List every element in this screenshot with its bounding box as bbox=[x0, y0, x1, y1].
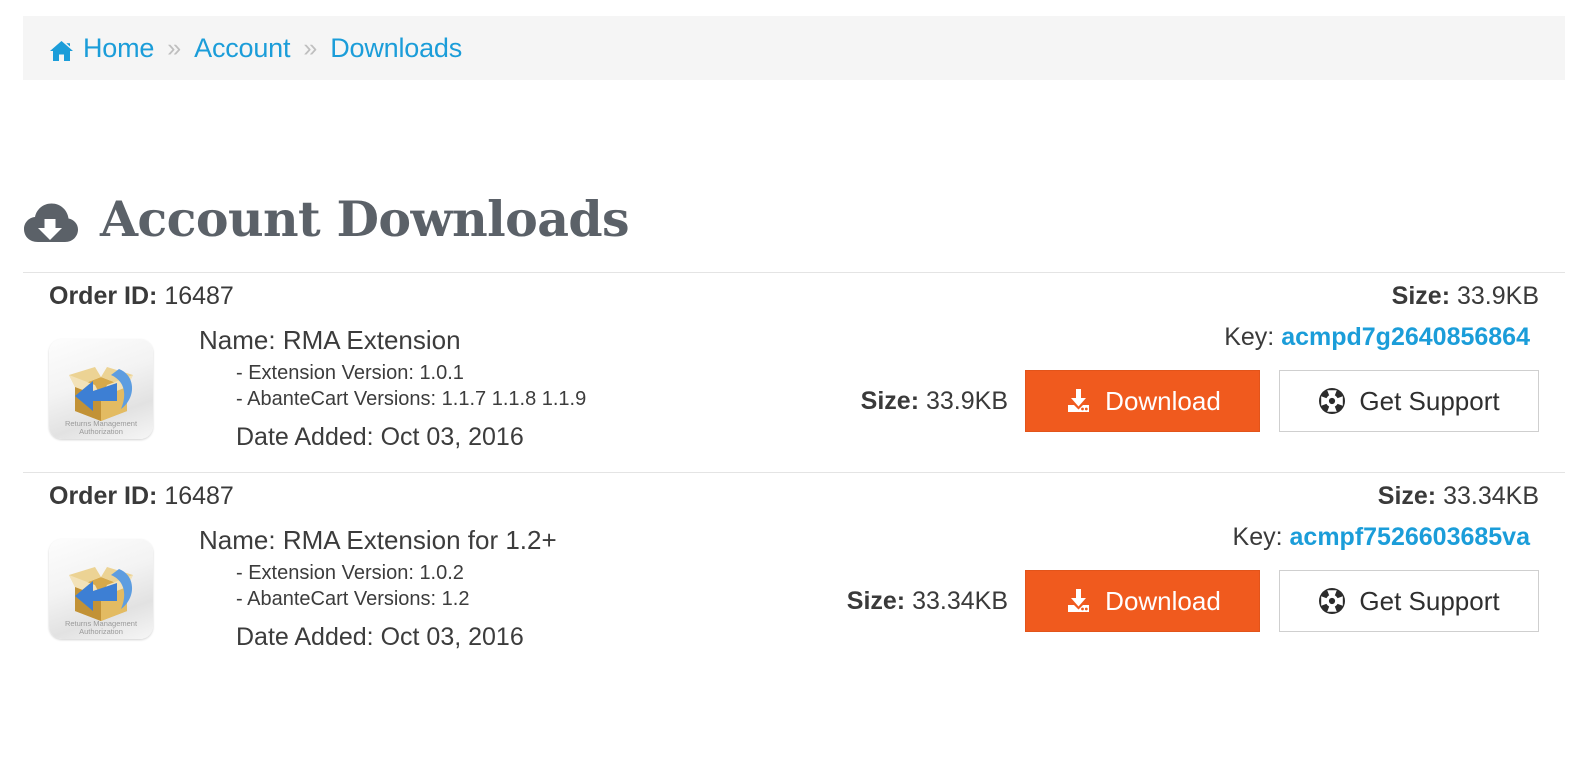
date-added-line: Date Added: Oct 03, 2016 bbox=[236, 425, 949, 450]
license-key-value[interactable]: acmpf7526603685va bbox=[1290, 523, 1530, 551]
get-support-button-label: Get Support bbox=[1359, 385, 1500, 416]
lifebuoy-icon bbox=[1318, 587, 1346, 615]
download-order-row: Order ID: 16487 Size: 33.9KB Returns Man… bbox=[23, 272, 1565, 450]
order-id-label: Order ID: bbox=[49, 482, 158, 510]
product-thumbnail-wrap: Returns Management Authorization bbox=[49, 519, 161, 639]
rma-extension-icon: Returns Management Authorization bbox=[49, 539, 153, 639]
extension-version-label: - Extension Version: bbox=[236, 362, 414, 384]
home-icon bbox=[49, 38, 74, 61]
downloads-list: Order ID: 16487 Size: 33.9KB Returns Man… bbox=[23, 272, 1565, 650]
page-title-text: Account Downloads bbox=[100, 189, 630, 248]
date-added-label: Date Added: bbox=[236, 423, 374, 451]
icon-caption-line-2: Authorization bbox=[79, 627, 123, 636]
abantecart-versions-value: 1.1.7 1.1.8 1.1.9 bbox=[441, 388, 587, 410]
product-thumbnail-wrap: Returns Management Authorization bbox=[49, 319, 161, 439]
license-key-label: Key: bbox=[1232, 523, 1283, 551]
abantecart-versions-line: - AbanteCart Versions: 1.2 bbox=[236, 589, 949, 609]
order-body: Returns Management Authorization Name: R… bbox=[23, 311, 1565, 450]
order-size-value: 33.9KB bbox=[1456, 282, 1539, 310]
product-name-label: Name: bbox=[199, 525, 276, 555]
order-actions: Key: acmpd7g2640856864 Size: 33.9KB Down… bbox=[861, 319, 1539, 432]
order-size-group: Size: 33.34KB bbox=[1378, 482, 1539, 511]
date-added-line: Date Added: Oct 03, 2016 bbox=[236, 625, 949, 650]
product-name-label: Name: bbox=[199, 325, 276, 355]
order-id-label: Order ID: bbox=[49, 282, 158, 310]
item-size-value: 33.34KB bbox=[912, 586, 1008, 615]
order-body: Returns Management Authorization Name: R… bbox=[23, 511, 1565, 650]
extension-version-line: - Extension Version: 1.0.2 bbox=[236, 563, 949, 583]
get-support-button[interactable]: Get Support bbox=[1279, 570, 1539, 632]
order-actions: Key: acmpf7526603685va Size: 33.34KB Dow… bbox=[847, 519, 1539, 632]
extension-version-line: - Extension Version: 1.0.1 bbox=[236, 363, 949, 383]
download-button-label: Download bbox=[1105, 385, 1221, 416]
date-added-value: Oct 03, 2016 bbox=[380, 423, 524, 451]
breadcrumb-item-account[interactable]: Account bbox=[194, 33, 290, 64]
license-key-line: Key: acmpd7g2640856864 bbox=[1224, 323, 1539, 352]
breadcrumb-separator: » bbox=[167, 33, 182, 62]
license-key-label: Key: bbox=[1224, 323, 1275, 351]
product-details: Name: RMA Extension - Extension Version:… bbox=[161, 319, 949, 450]
order-id-group: Order ID: 16487 bbox=[49, 482, 234, 511]
lifebuoy-icon bbox=[1318, 387, 1346, 415]
rma-extension-icon: Returns Management Authorization bbox=[49, 339, 153, 439]
item-size-value: 33.9KB bbox=[925, 386, 1008, 415]
download-button[interactable]: Download bbox=[1025, 570, 1260, 632]
license-key-line: Key: acmpf7526603685va bbox=[1233, 523, 1539, 552]
extension-version-label: - Extension Version: bbox=[236, 562, 414, 584]
get-support-button[interactable]: Get Support bbox=[1279, 370, 1539, 432]
download-order-row: Order ID: 16487 Size: 33.34KB Returns Ma… bbox=[23, 472, 1565, 650]
icon-caption-line-2: Authorization bbox=[79, 427, 123, 436]
item-size-group: Size: 33.34KB bbox=[847, 587, 1008, 616]
breadcrumb-item-home[interactable]: Home bbox=[49, 33, 154, 64]
license-key-value[interactable]: acmpd7g2640856864 bbox=[1281, 323, 1530, 351]
download-button[interactable]: Download bbox=[1025, 370, 1260, 432]
extension-version-value: 1.0.2 bbox=[419, 562, 464, 584]
action-button-row: Size: 33.9KB Download Get Support bbox=[861, 370, 1539, 432]
download-tray-icon bbox=[1064, 388, 1092, 414]
get-support-button-label: Get Support bbox=[1359, 585, 1500, 616]
order-id-value: 16487 bbox=[164, 482, 234, 510]
order-size-group: Size: 33.9KB bbox=[1392, 282, 1539, 311]
product-name-line: Name: RMA Extension bbox=[199, 327, 949, 353]
breadcrumb-separator: » bbox=[303, 33, 318, 62]
page-title: Account Downloads bbox=[23, 189, 630, 248]
order-size-value: 33.34KB bbox=[1443, 482, 1539, 510]
abantecart-versions-value: 1.2 bbox=[441, 588, 470, 610]
download-button-label: Download bbox=[1105, 585, 1221, 616]
product-name-value: RMA Extension for 1.2+ bbox=[282, 525, 557, 555]
item-size-label: Size: bbox=[846, 586, 906, 615]
breadcrumb: Home » Account » Downloads bbox=[23, 16, 1565, 80]
item-size-label: Size: bbox=[860, 386, 920, 415]
product-name-line: Name: RMA Extension for 1.2+ bbox=[199, 527, 949, 553]
extension-version-value: 1.0.1 bbox=[419, 362, 464, 384]
order-header: Order ID: 16487 Size: 33.34KB bbox=[23, 482, 1565, 511]
product-details: Name: RMA Extension for 1.2+ - Extension… bbox=[161, 519, 949, 650]
download-tray-icon bbox=[1064, 588, 1092, 614]
date-added-value: Oct 03, 2016 bbox=[380, 623, 524, 651]
abantecart-versions-label: - AbanteCart Versions: bbox=[236, 588, 437, 610]
date-added-label: Date Added: bbox=[236, 623, 374, 651]
cloud-download-icon bbox=[23, 200, 79, 244]
product-name-value: RMA Extension bbox=[282, 325, 461, 355]
breadcrumb-label-home: Home bbox=[83, 32, 155, 63]
order-size-label: Size: bbox=[1377, 482, 1437, 510]
abantecart-versions-line: - AbanteCart Versions: 1.1.7 1.1.8 1.1.9 bbox=[236, 389, 949, 409]
order-header: Order ID: 16487 Size: 33.9KB bbox=[23, 282, 1565, 311]
order-size-label: Size: bbox=[1391, 282, 1451, 310]
order-id-value: 16487 bbox=[164, 282, 234, 310]
order-id-group: Order ID: 16487 bbox=[49, 282, 234, 311]
abantecart-versions-label: - AbanteCart Versions: bbox=[236, 388, 437, 410]
action-button-row: Size: 33.34KB Download Get Support bbox=[847, 570, 1539, 632]
breadcrumb-item-downloads[interactable]: Downloads bbox=[330, 33, 462, 64]
item-size-group: Size: 33.9KB bbox=[861, 387, 1008, 416]
